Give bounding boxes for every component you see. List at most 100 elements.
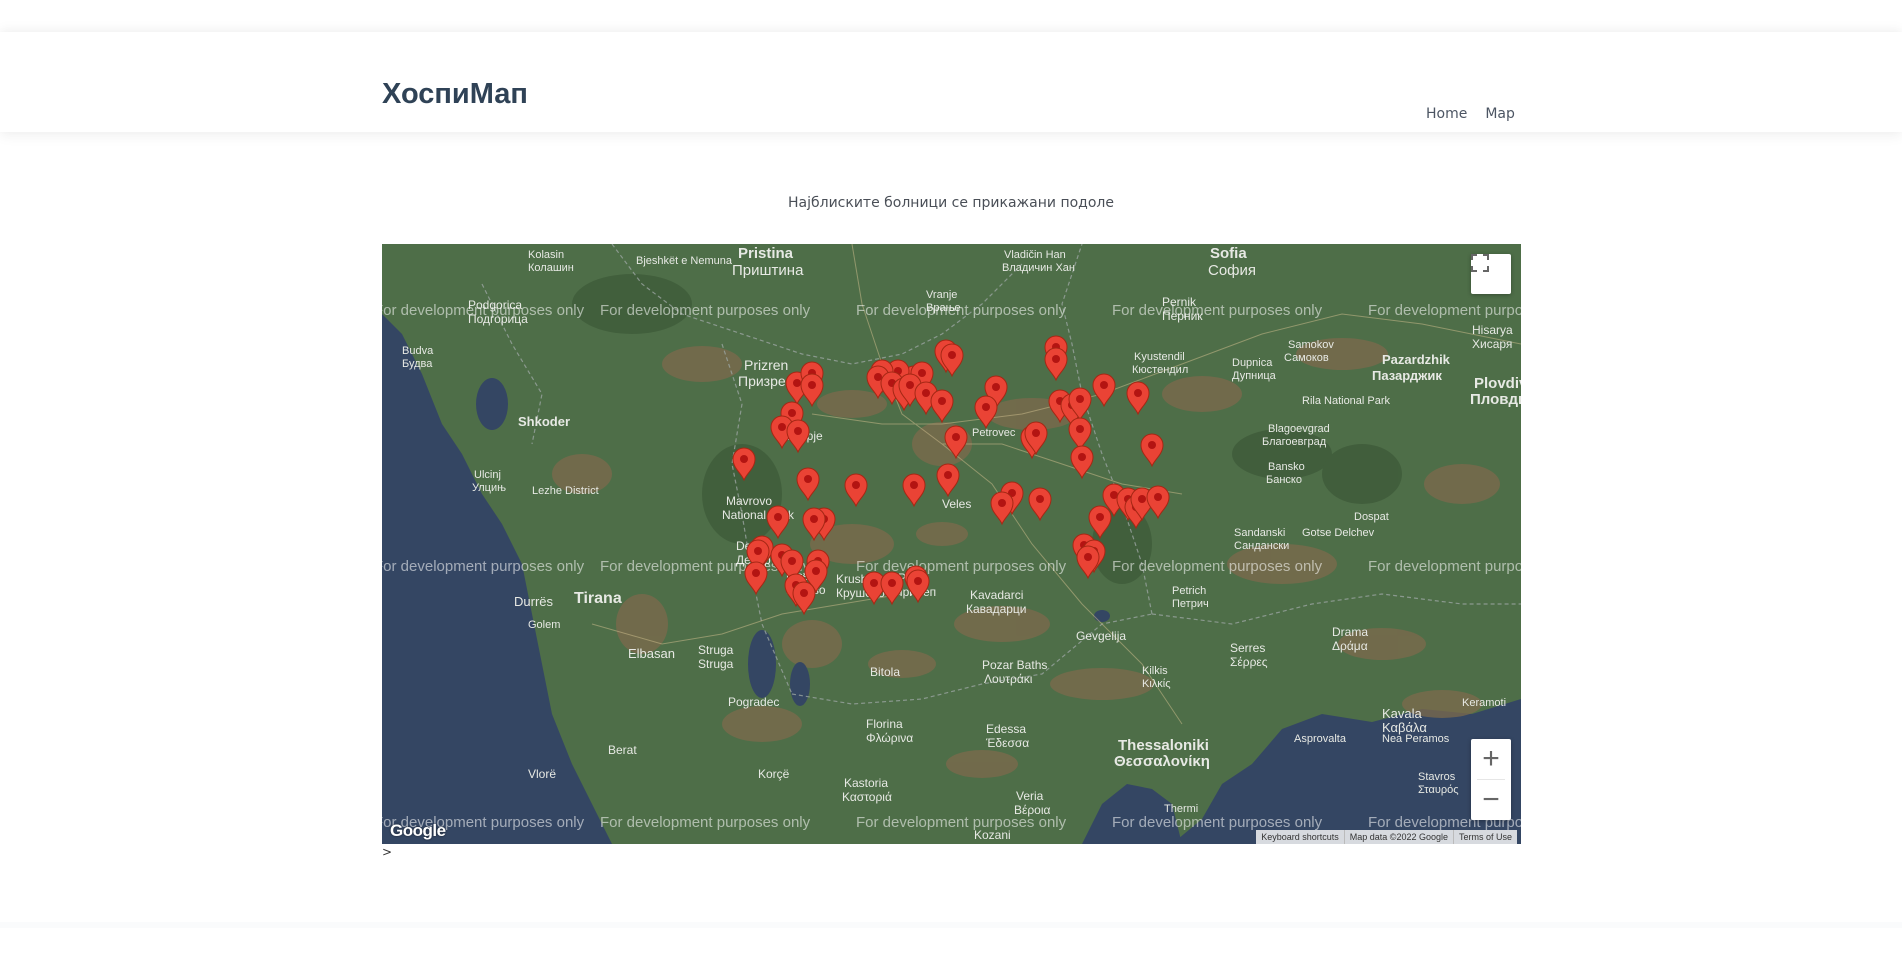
label-bansko-cyr: Банско <box>1266 474 1302 486</box>
watermark-text: For development purposes only <box>856 814 1067 831</box>
label-kastoria-gr: Καστοριά <box>842 790 892 804</box>
label-petrovec: Petrovec <box>972 427 1016 439</box>
label-stavros-gr: Σταυρός <box>1418 784 1459 796</box>
lake-shkoder <box>476 378 508 430</box>
label-gevgelija: Gevgelija <box>1076 629 1126 643</box>
label-dupnica: Dupnica <box>1232 357 1273 369</box>
label-lezhe: Lezhe District <box>532 485 599 497</box>
label-pazardzhik: Pazardzhik <box>1382 352 1451 367</box>
watermark-text: For development purposes only <box>600 302 811 319</box>
label-prizren-cyr: Призрен <box>738 373 793 389</box>
map-canvas[interactable]: Pristina Приштина Sofia София Prizren Пр… <box>382 244 1521 844</box>
label-serres-gr: Σέρρες <box>1230 655 1268 669</box>
label-bitola: Bitola <box>870 665 900 679</box>
header-bar: ХоспиМап Home Map <box>0 32 1902 132</box>
label-kyustendil: Kyustendil <box>1134 351 1185 363</box>
fullscreen-icon <box>1471 254 1489 272</box>
label-pogradec: Pogradec <box>728 695 779 709</box>
lake-doiran <box>1094 610 1110 622</box>
label-durres: Durrës <box>514 594 554 609</box>
zoom-control: + − <box>1471 739 1511 820</box>
terms-of-use-link[interactable]: Terms of Use <box>1452 830 1517 844</box>
map-data-text: Map data ©2022 Google <box>1343 830 1453 844</box>
label-korce: Korçë <box>758 767 790 781</box>
label-edessa-gr: Έδεσσα <box>985 736 1029 750</box>
hospital-map[interactable]: Pristina Приштина Sofia София Prizren Пр… <box>382 244 1521 844</box>
label-bjeshket: Bjeshkët e Nemuna <box>636 255 733 267</box>
label-vladicin-cyr: Владичин Хан <box>1002 262 1075 274</box>
watermark-text: For development purposes only <box>856 302 1067 319</box>
keyboard-shortcuts-link[interactable]: Keyboard shortcuts <box>1256 830 1344 844</box>
label-hisarya: Hisarya <box>1472 323 1513 337</box>
label-pristina: Pristina <box>738 245 794 262</box>
watermark-text: For development purposes only <box>600 814 811 831</box>
label-serres: Serres <box>1230 641 1265 655</box>
main-nav: Home Map <box>1426 106 1515 122</box>
label-keramoti: Keramoti <box>1462 697 1506 709</box>
label-thessaloniki-gr: Θεσσαλονίκη <box>1114 753 1210 770</box>
label-kavadarci-cyr: Кавадарци <box>966 602 1027 616</box>
watermark-text: For development purposes only <box>1368 302 1521 319</box>
label-mavrovo: Mavrovo <box>726 494 772 508</box>
watermark-text: For development purposes only <box>382 302 585 319</box>
label-budva-cyr: Будва <box>402 358 433 370</box>
label-samokov-cyr: Самоков <box>1284 352 1329 364</box>
label-drama-gr: Δράμα <box>1332 639 1368 653</box>
fullscreen-button[interactable] <box>1471 254 1511 294</box>
label-pristina-cyr: Приштина <box>732 262 804 279</box>
label-drama: Drama <box>1332 625 1368 639</box>
brand-logo[interactable]: ХоспиМап <box>382 78 528 111</box>
label-prizren: Prizren <box>744 357 788 373</box>
label-elbasan: Elbasan <box>628 646 675 661</box>
label-loutraki: Λουτράκι <box>984 672 1033 686</box>
label-kyustendil-cyr: Кюстендил <box>1132 364 1188 376</box>
label-nea-peramos: Nea Peramos <box>1382 733 1450 745</box>
label-ulcinj-cyr: Улцињ <box>472 482 506 494</box>
label-gotse-delchev: Gotse Delchev <box>1302 527 1375 539</box>
label-sofia-cyr: София <box>1208 262 1256 279</box>
label-florina: Florina <box>866 717 903 731</box>
label-florina-cyr: Φλώρινα <box>866 731 913 745</box>
google-logo[interactable]: Google <box>390 821 446 841</box>
label-edessa: Edessa <box>986 722 1026 736</box>
label-samokov: Samokov <box>1288 339 1334 351</box>
map-attribution: Keyboard shortcuts Map data ©2022 Google… <box>1256 830 1517 844</box>
label-berat: Berat <box>608 743 637 757</box>
watermark-text: For development purposes only <box>1112 814 1323 831</box>
label-struga: Struga <box>698 643 734 657</box>
label-stavros: Stavros <box>1418 771 1456 783</box>
zoom-out-button[interactable]: − <box>1471 780 1511 820</box>
after-map-text: > <box>382 845 393 859</box>
watermark-text: For development purposes only <box>382 558 585 575</box>
label-dospat: Dospat <box>1354 511 1389 523</box>
label-vlore: Vlorë <box>528 767 556 781</box>
page-subtitle: Најблиските болници се прикажани подоле <box>788 195 1114 211</box>
label-pozar: Pozar Baths <box>982 658 1047 672</box>
label-dupnica-cyr: Дупница <box>1232 370 1277 382</box>
watermark-text: For development purposes only <box>1112 302 1323 319</box>
label-golem: Golem <box>528 619 560 631</box>
label-blagoevgrad: Blagoevgrad <box>1268 423 1330 435</box>
label-bansko: Bansko <box>1268 461 1305 473</box>
label-veria: Veria <box>1016 789 1044 803</box>
label-shkoder: Shkoder <box>518 414 570 429</box>
label-sandanski-cyr: Сандански <box>1234 540 1289 552</box>
label-thessaloniki: Thessaloniki <box>1118 737 1209 754</box>
footer-divider <box>0 922 1902 928</box>
nav-map-link[interactable]: Map <box>1485 106 1515 122</box>
label-asprovalta: Asprovalta <box>1294 733 1347 745</box>
label-veles: Veles <box>942 497 971 511</box>
nav-home-link[interactable]: Home <box>1426 106 1467 122</box>
label-kilkis-gr: Κιλκίς <box>1142 678 1171 690</box>
label-ulcinj: Ulcinj <box>474 469 501 481</box>
zoom-in-button[interactable]: + <box>1471 739 1511 779</box>
label-kilkis: Kilkis <box>1142 665 1168 677</box>
label-kolasin-cyr: Колашин <box>528 262 574 274</box>
label-tirana: Tirana <box>574 590 622 607</box>
label-hisarya-cyr: Хисаря <box>1472 337 1512 351</box>
label-struga-2: Struga <box>698 657 734 671</box>
lake-prespa <box>790 662 810 706</box>
label-kavadarci: Kavadarci <box>970 588 1023 602</box>
label-petrich: Petrich <box>1172 585 1206 597</box>
label-blagoevgrad-cyr: Благоевград <box>1262 436 1327 448</box>
